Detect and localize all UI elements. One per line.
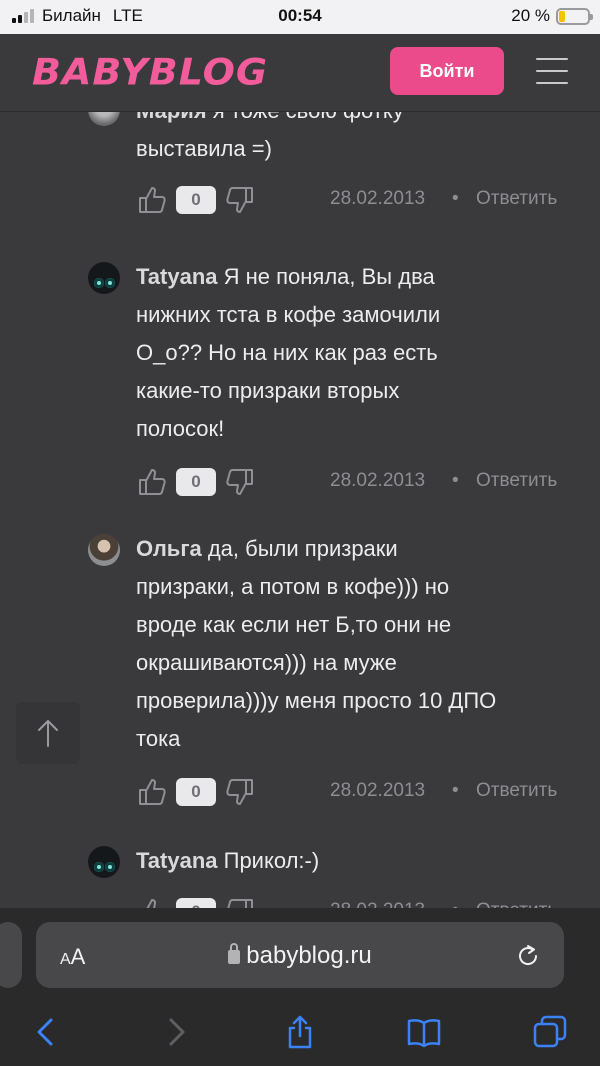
- address-bar[interactable]: AA babyblog.ru: [36, 922, 564, 988]
- comments-list: Мария я тоже свою фотку выставила =) 0 2…: [0, 112, 600, 908]
- comment-text: Мария я тоже свою фотку выставила =): [136, 112, 576, 168]
- comment-actions: 0 28.02.2013 • Ответить: [136, 182, 576, 218]
- share-icon[interactable]: [282, 1014, 318, 1050]
- comment-date: 28.02.2013: [330, 900, 425, 908]
- previous-tab-preview[interactable]: [0, 922, 22, 988]
- arrow-up-icon: [38, 720, 58, 747]
- site-header: BABYBLOG Войти: [0, 34, 600, 112]
- avatar[interactable]: [88, 112, 120, 126]
- reload-icon[interactable]: [514, 942, 542, 970]
- comment-author[interactable]: Tatyana: [136, 848, 218, 873]
- like-count: 0: [176, 898, 216, 908]
- thumbs-up-icon[interactable]: [136, 466, 168, 498]
- battery-percent: 20 %: [511, 6, 550, 25]
- avatar[interactable]: [88, 846, 120, 878]
- comment-date: 28.02.2013: [330, 188, 426, 209]
- battery-icon: [556, 7, 593, 25]
- babyblog-logo[interactable]: BABYBLOG: [32, 51, 268, 93]
- browser-toolbar: [0, 1002, 600, 1066]
- thumbs-up-icon[interactable]: [136, 896, 168, 908]
- thumbs-down-icon[interactable]: [224, 776, 256, 808]
- thumbs-up-icon[interactable]: [136, 184, 168, 216]
- like-count: 0: [176, 186, 216, 214]
- thumbs-up-icon[interactable]: [136, 776, 168, 808]
- comment-author[interactable]: Мария: [136, 112, 207, 123]
- hamburger-menu-icon[interactable]: [536, 58, 568, 84]
- scroll-to-top-button[interactable]: [16, 702, 80, 764]
- avatar[interactable]: [88, 534, 120, 566]
- login-button[interactable]: Войти: [390, 47, 504, 95]
- reply-link[interactable]: Ответить: [476, 900, 557, 908]
- separator-dot: •: [452, 188, 459, 209]
- comment-author[interactable]: Tatyana: [136, 264, 218, 289]
- browser-address-area: AA babyblog.ru: [0, 908, 600, 1002]
- separator-dot: •: [452, 470, 459, 491]
- thumbs-down-icon[interactable]: [224, 466, 256, 498]
- comment-date: 28.02.2013: [330, 470, 426, 491]
- reply-link[interactable]: Ответить: [476, 188, 557, 210]
- like-count: 0: [176, 778, 216, 806]
- avatar[interactable]: [88, 262, 120, 294]
- like-count: 0: [176, 468, 216, 496]
- status-bar: Билайн LTE 00:54 20 %: [0, 0, 600, 34]
- url-display[interactable]: babyblog.ru: [36, 942, 564, 970]
- reply-link[interactable]: Ответить: [476, 780, 557, 802]
- comment-text: Ольга да, были призраки призраки, а пото…: [136, 536, 497, 751]
- thumbs-down-icon[interactable]: [224, 896, 256, 908]
- bookmarks-icon[interactable]: [406, 1014, 442, 1050]
- clock: 00:54: [278, 6, 322, 25]
- comment-date: 28.02.2013: [330, 780, 426, 801]
- back-icon[interactable]: [28, 1014, 64, 1050]
- thumbs-down-icon[interactable]: [224, 184, 256, 216]
- reply-link[interactable]: Ответить: [476, 470, 557, 492]
- tabs-icon[interactable]: [532, 1014, 568, 1050]
- separator-dot: •: [452, 900, 459, 908]
- comment-actions: 0 28.02.2013 • Ответить: [136, 774, 576, 810]
- forward-icon[interactable]: [158, 1014, 194, 1050]
- comment-actions: 0 28.02.2013 • Ответить: [136, 894, 576, 908]
- comment-actions: 0 28.02.2013 • Ответить: [136, 464, 576, 500]
- comment-author[interactable]: Ольга: [136, 536, 202, 561]
- comment-text: Tatyana Прикол:-): [136, 848, 320, 873]
- comment-text: Tatyana Я не поняла, Вы два нижних тста …: [136, 264, 441, 441]
- separator-dot: •: [452, 780, 459, 801]
- lock-icon: [228, 943, 241, 964]
